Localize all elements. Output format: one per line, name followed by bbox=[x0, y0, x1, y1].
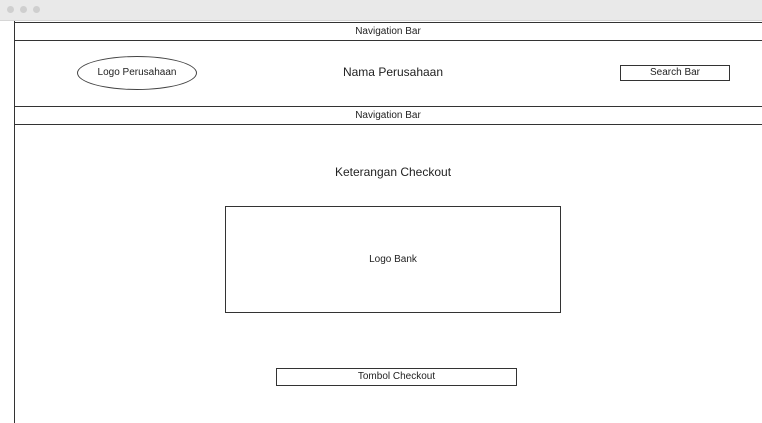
top-navigation-bar[interactable]: Navigation Bar bbox=[14, 22, 762, 41]
search-input[interactable]: Search Bar bbox=[620, 65, 730, 81]
window-titlebar bbox=[0, 0, 762, 21]
company-name: Nama Perusahaan bbox=[342, 65, 444, 79]
bank-logo-label: Logo Bank bbox=[369, 254, 417, 265]
company-logo[interactable]: Logo Perusahaan bbox=[77, 56, 197, 90]
checkout-info-heading: Keterangan Checkout bbox=[334, 165, 452, 179]
frame-left-border bbox=[14, 21, 15, 423]
window-maximize-icon[interactable] bbox=[33, 6, 40, 13]
window-close-icon[interactable] bbox=[7, 6, 14, 13]
secondary-navigation-bar[interactable]: Navigation Bar bbox=[14, 106, 762, 125]
checkout-button[interactable]: Tombol Checkout bbox=[276, 368, 517, 386]
bank-logo-box: Logo Bank bbox=[225, 206, 561, 313]
browser-window: Navigation Bar Logo Perusahaan Nama Peru… bbox=[0, 0, 762, 423]
window-minimize-icon[interactable] bbox=[20, 6, 27, 13]
